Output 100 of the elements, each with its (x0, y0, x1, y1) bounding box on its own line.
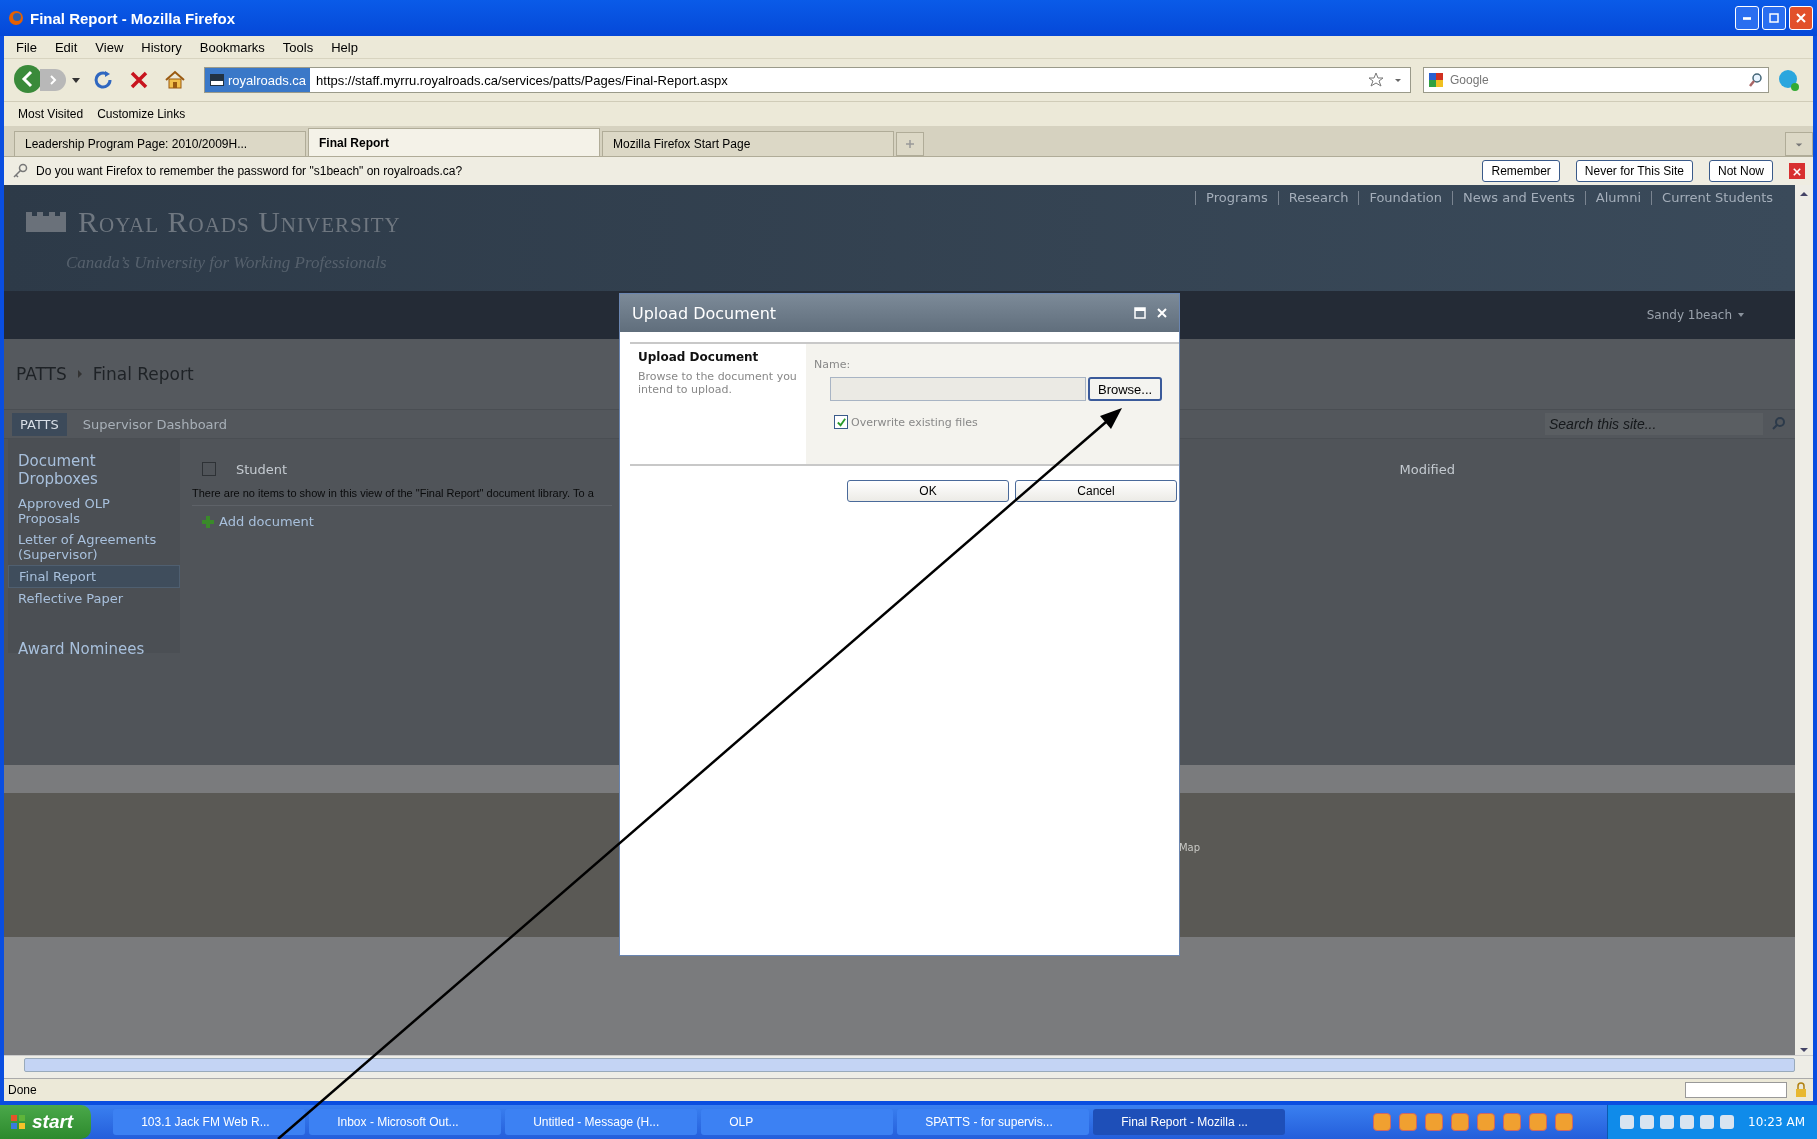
window-title: Final Report - Mozilla Firefox (30, 9, 235, 27)
bookmark-item[interactable]: Most Visited (18, 107, 84, 121)
search-icon[interactable] (1748, 72, 1764, 88)
dialog-title: Upload Document (632, 303, 777, 323)
site-identity-button[interactable]: royalroads.ca (205, 68, 311, 92)
maximize-button[interactable] (1762, 6, 1786, 30)
header-link[interactable]: Research (1277, 191, 1359, 205)
nav-tab[interactable]: PATTS (12, 412, 67, 436)
plus-icon (202, 515, 214, 528)
star-icon[interactable] (1368, 72, 1384, 88)
menu-item[interactable]: Bookmarks (199, 39, 265, 55)
quick-launch-item[interactable]: Final Report (8, 565, 180, 588)
dialog-button[interactable]: OK (847, 480, 1009, 502)
site-search-field[interactable]: Search this site... (1545, 413, 1763, 435)
quick-launch-item[interactable]: Document Dropboxes (8, 449, 180, 491)
section-description: Browse to the document you intend to upload. (638, 370, 798, 396)
tab-list-button[interactable] (1785, 132, 1813, 156)
close-icon (1796, 13, 1806, 23)
tray-icon[interactable] (1640, 1115, 1655, 1129)
caret-icon[interactable] (1737, 311, 1745, 319)
app-icon[interactable] (1477, 1113, 1496, 1131)
menu-item[interactable]: View (95, 39, 124, 55)
section-title: Upload Document (638, 350, 760, 364)
windows-flag-icon (10, 1114, 26, 1130)
search-engine-icon[interactable] (1428, 72, 1444, 88)
taskbar-button[interactable]: 103.1 Jack FM Web R... (113, 1109, 306, 1135)
app-icon[interactable] (1399, 1113, 1418, 1131)
quick-launch-item[interactable]: Letter of Agreements (Supervisor) (8, 529, 180, 565)
browser-tab[interactable]: Leadership Program Page: 2010/2009H... (14, 131, 306, 156)
quick-launch-item[interactable]: Approved OLP Proposals (8, 493, 180, 529)
taskbar-button[interactable]: OLP (701, 1109, 894, 1135)
quick-launch-item[interactable]: Award Nominees (8, 637, 180, 661)
dialog-button[interactable]: Cancel (1015, 480, 1177, 502)
taskbar-button[interactable]: SPATTS - for supervis... (897, 1109, 1090, 1135)
close-icon[interactable] (1155, 306, 1169, 320)
browser-tab[interactable]: Mozilla Firefox Start Page (602, 131, 894, 156)
prompt-button[interactable]: Remember (1482, 160, 1560, 182)
app-icon[interactable] (1555, 1113, 1574, 1131)
menu-item[interactable]: Tools (282, 39, 314, 55)
castle-logo-icon (26, 212, 66, 232)
menu-item[interactable]: Help (331, 39, 358, 55)
horizontal-scrollbar[interactable] (4, 1055, 1813, 1078)
padlock-icon (1793, 1082, 1809, 1098)
user-menu[interactable]: Sandy 1beach (1646, 308, 1732, 322)
column-header[interactable]: Student (236, 461, 288, 477)
header-link[interactable]: Alumni (1584, 191, 1652, 205)
close-button[interactable] (1789, 6, 1813, 30)
maximize-icon[interactable] (1133, 306, 1147, 320)
scroll-down-arrow-icon[interactable] (1799, 1045, 1809, 1055)
app-icon[interactable] (1503, 1113, 1522, 1131)
address-bar[interactable]: royalroads.ca https://staff.myrru.royalroads.ca/services/patts/Pages/Final-Report.aspx (204, 67, 1411, 93)
site-favicon-icon (209, 72, 225, 88)
select-all-checkbox[interactable] (202, 462, 216, 476)
browser-tab[interactable]: Final Report (308, 128, 600, 156)
maximize-icon (1769, 13, 1779, 23)
app-icon[interactable] (1451, 1113, 1470, 1131)
tray-icon[interactable] (1700, 1115, 1715, 1129)
header-link[interactable]: Current Students (1651, 191, 1783, 205)
footer-link[interactable]: Map (1178, 841, 1201, 853)
search-box[interactable]: Google (1423, 67, 1769, 93)
scroll-up-arrow-icon[interactable] (1799, 189, 1809, 199)
header-link[interactable]: Foundation (1358, 191, 1452, 205)
minimize-button[interactable] (1735, 6, 1759, 30)
breadcrumb-current: Final Report (92, 364, 194, 384)
caret-icon (1795, 140, 1803, 149)
status-text: Done (8, 1083, 37, 1097)
browse-button[interactable]: Browse... (1088, 377, 1163, 401)
vertical-scrollbar[interactable] (1795, 185, 1813, 1055)
plus-icon (905, 138, 915, 149)
header-link[interactable]: News and Events (1451, 191, 1585, 205)
app-icon[interactable] (1425, 1113, 1444, 1131)
university-name: Royal Roads University (78, 205, 401, 239)
prompt-button[interactable]: Never for This Site (1575, 160, 1693, 182)
home-icon[interactable] (163, 68, 187, 92)
new-tab-button[interactable] (896, 132, 924, 156)
tray-icon[interactable] (1620, 1115, 1635, 1129)
prompt-button[interactable]: Not Now (1709, 160, 1773, 182)
menu-item[interactable]: Edit (54, 39, 78, 55)
app-icon[interactable] (1529, 1113, 1548, 1131)
start-button[interactable]: start (0, 1105, 92, 1139)
tray-icon[interactable] (1660, 1115, 1675, 1129)
minimize-icon (1743, 16, 1751, 20)
overwrite-checkbox[interactable] (834, 415, 848, 429)
taskbar-button[interactable]: Untitled - Message (H... (505, 1109, 698, 1135)
quick-launch-item[interactable]: Reflective Paper (8, 588, 180, 609)
menu-item[interactable]: History (141, 39, 182, 55)
tray-icon[interactable] (1680, 1115, 1695, 1129)
app-icon[interactable] (1373, 1113, 1392, 1131)
header-link[interactable]: Programs (1195, 191, 1278, 205)
add-document-link[interactable]: Add document (219, 514, 314, 529)
taskbar-button[interactable]: Inbox - Microsoft Out... (309, 1109, 502, 1135)
taskbar-button[interactable]: Final Report - Mozilla ... (1093, 1109, 1286, 1135)
breadcrumb-separator-icon (76, 370, 83, 378)
bookmark-item[interactable]: Customize Links (97, 107, 186, 121)
menu-item[interactable]: File (16, 39, 37, 55)
nav-tab[interactable]: Supervisor Dashboard (74, 412, 235, 436)
close-button[interactable] (1789, 163, 1805, 179)
column-header[interactable]: Modified (1399, 461, 1455, 477)
tray-icon[interactable] (1720, 1115, 1735, 1129)
file-name-field[interactable] (830, 377, 1086, 401)
